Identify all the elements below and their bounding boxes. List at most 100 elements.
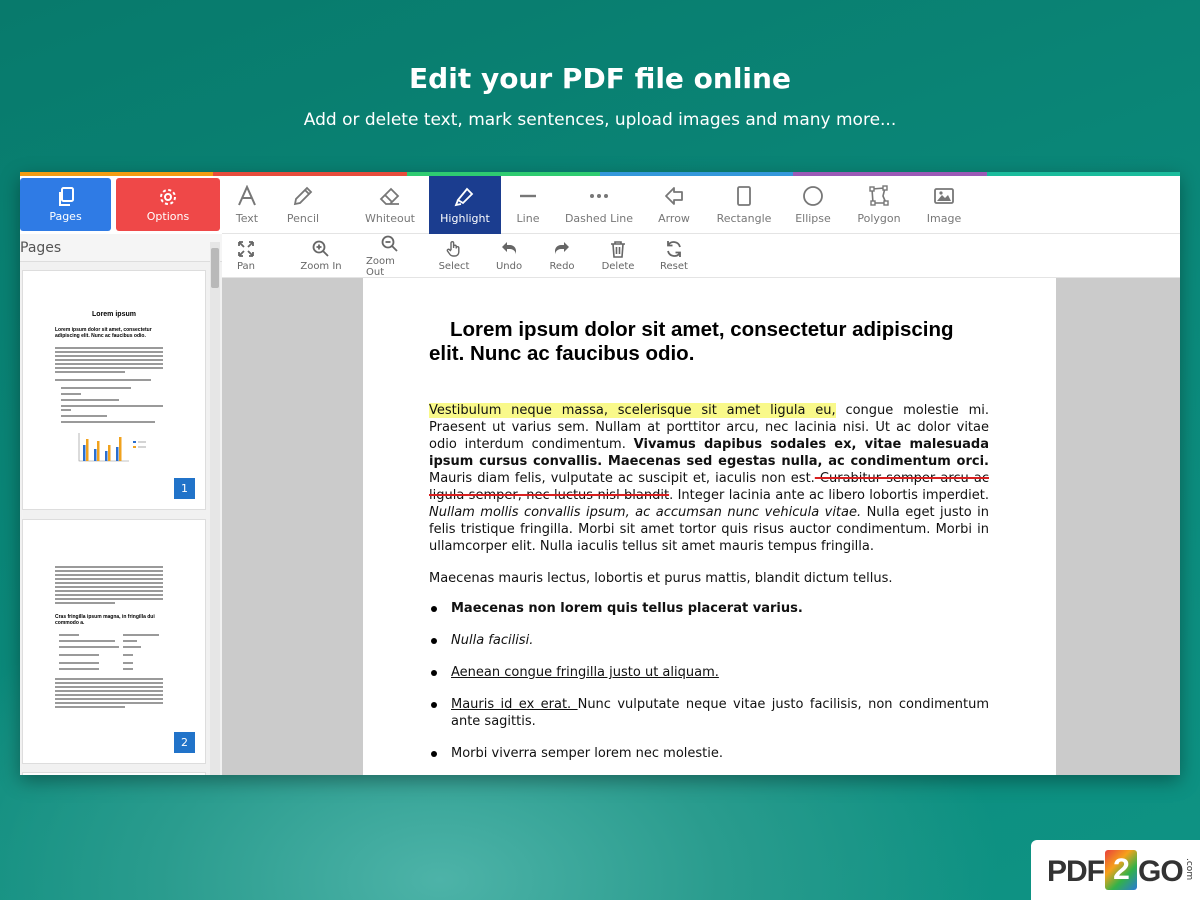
highlighter-icon [454, 187, 474, 207]
tool-dashed-line-label: Dashed Line [564, 212, 634, 225]
pages-tab-button[interactable]: Pages [20, 178, 111, 231]
tool-arrow[interactable]: Arrow [652, 176, 696, 234]
tool-highlight-label: Highlight [440, 212, 490, 225]
pdf-page[interactable]: Lorem ipsum dolor sit amet, consectetur … [363, 278, 1056, 775]
tool-reset[interactable]: Reset [658, 234, 690, 278]
tool-zoom-out[interactable]: Zoom Out [366, 234, 414, 278]
tool-ellipse[interactable]: Ellipse [790, 176, 836, 234]
tool-highlight[interactable]: Highlight [429, 176, 501, 234]
tool-dashed-line[interactable]: Dashed Line [564, 176, 634, 234]
tool-pencil[interactable]: Pencil [278, 176, 328, 234]
tool-ellipse-label: Ellipse [795, 212, 831, 225]
ellipse-icon [803, 186, 823, 206]
eraser-icon [379, 187, 400, 205]
pdf2go-logo: PDF 2 GO .com [1031, 840, 1200, 900]
document-paragraph-1[interactable]: Vestibulum neque massa, scelerisque sit … [429, 402, 989, 555]
paragraph-text: Mauris diam felis, vulputate ac suscipit… [429, 471, 815, 486]
tool-select[interactable]: Select [438, 234, 470, 278]
list-item: Nulla facilisi. [431, 632, 989, 649]
rectangle-icon [737, 186, 751, 206]
list-item-text: Aenean congue fringilla justo ut aliquam… [451, 665, 719, 680]
trash-icon [611, 241, 625, 258]
pdf-editor-window: Pages Options Text Pencil Whiteout Highl… [20, 172, 1180, 775]
scrollbar-thumb[interactable] [211, 248, 219, 288]
redo-icon [555, 242, 569, 255]
image-icon [934, 188, 954, 204]
tool-redo[interactable]: Redo [547, 234, 577, 278]
tool-line[interactable]: Line [508, 176, 548, 234]
tool-rectangle[interactable]: Rectangle [714, 176, 774, 234]
page-thumbnail-3[interactable] [22, 772, 206, 775]
list-item: Mauris id ex erat. Nunc vulputate neque … [431, 696, 989, 730]
tool-zoom-in-label: Zoom In [300, 261, 342, 272]
thumb-heading: Cras fringilla ipsum magna, in fringilla… [55, 614, 155, 626]
tool-delete[interactable]: Delete [602, 234, 634, 278]
tool-undo-label: Undo [495, 261, 523, 272]
zoom-out-icon [381, 235, 398, 252]
sidebar-scrollbar[interactable] [210, 242, 220, 775]
tool-line-label: Line [516, 212, 540, 225]
hand-pointer-icon [446, 241, 460, 257]
document-viewer[interactable]: Lorem ipsum dolor sit amet, consectetur … [222, 278, 1180, 775]
list-item-text: Morbi viverra semper lorem nec molestie. [451, 746, 724, 761]
list-item: Morbi viverra semper lorem nec molestie. [431, 745, 989, 762]
color-segment [20, 172, 214, 176]
list-item-underlined: Mauris id ex erat. [451, 697, 578, 712]
tool-pan[interactable]: Pan [230, 234, 262, 278]
tool-text[interactable]: Text [222, 176, 272, 234]
logo-suffix: .com [1184, 858, 1194, 881]
logo-wordmark: PDF 2 GO [1047, 850, 1184, 893]
pan-icon [238, 241, 254, 257]
tool-reset-label: Reset [660, 261, 688, 272]
tool-whiteout[interactable]: Whiteout [348, 176, 432, 234]
dashed-line-icon [590, 194, 608, 198]
drawing-toolbar: Text Pencil Whiteout Highlight Line Dash… [222, 176, 1180, 234]
refresh-icon [667, 241, 681, 257]
tool-zoom-out-label: Zoom Out [366, 255, 395, 278]
sidebar-header: Pages [20, 234, 222, 262]
highlighted-text[interactable]: Vestibulum neque massa, scelerisque sit … [429, 403, 836, 418]
hero-subtitle: Add or delete text, mark sentences, uplo… [303, 110, 897, 130]
pages-tab-label: Pages [49, 209, 82, 223]
page-thumbnail-1[interactable]: Lorem ipsum Lorem ipsum dolor sit amet, … [22, 270, 206, 510]
undo-icon [502, 242, 516, 255]
pages-sidebar: Pages Lorem ipsum Lorem ipsum dolor sit … [20, 234, 222, 775]
document-paragraph-2[interactable]: Maecenas mauris lectus, lobortis et puru… [429, 570, 989, 587]
tool-delete-label: Delete [601, 261, 635, 272]
logo-number: 2 [1105, 850, 1137, 890]
tool-undo[interactable]: Undo [494, 234, 524, 278]
list-item-text: Maecenas non lorem quis tellus placerat … [451, 601, 803, 616]
tool-whiteout-label: Whiteout [365, 212, 415, 225]
paragraph-text: . Integer lacinia ante ac libero loborti… [669, 488, 989, 503]
tool-zoom-in[interactable]: Zoom In [300, 234, 342, 278]
document-list: Maecenas non lorem quis tellus placerat … [431, 600, 989, 775]
logo-text-go: GO [1138, 854, 1184, 888]
tool-rectangle-label: Rectangle [716, 212, 772, 225]
page-number-badge: 1 [174, 478, 195, 499]
page-thumbnail-2[interactable]: Cras fringilla ipsum magna, in fringilla… [22, 519, 206, 764]
tool-image[interactable]: Image [922, 176, 966, 234]
thumb-chart [78, 433, 146, 462]
tool-text-label: Text [235, 212, 259, 225]
tool-image-label: Image [926, 212, 962, 225]
list-item: Maecenas non lorem quis tellus placerat … [431, 600, 989, 617]
gear-icon [160, 188, 176, 205]
options-tab-button[interactable]: Options [116, 178, 220, 231]
tool-redo-label: Redo [549, 261, 575, 272]
list-item-text: Nulla facilisi. [451, 633, 534, 648]
text-icon [238, 185, 256, 206]
document-heading[interactable]: Lorem ipsum dolor sit amet, consectetur … [429, 318, 989, 366]
left-tabs: Pages Options [20, 178, 222, 234]
arrow-icon [665, 187, 683, 205]
polygon-icon [869, 185, 889, 206]
line-icon [520, 194, 536, 198]
tool-arrow-label: Arrow [658, 212, 690, 225]
thumb-title: Lorem ipsum [92, 311, 136, 318]
tool-polygon-label: Polygon [857, 212, 901, 225]
tool-pencil-label: Pencil [286, 212, 320, 225]
tool-pan-label: Pan [236, 261, 256, 272]
zoom-in-icon [312, 240, 329, 257]
logo-text-pdf: PDF [1047, 854, 1105, 888]
tool-polygon[interactable]: Polygon [854, 176, 904, 234]
options-tab-label: Options [146, 209, 190, 223]
